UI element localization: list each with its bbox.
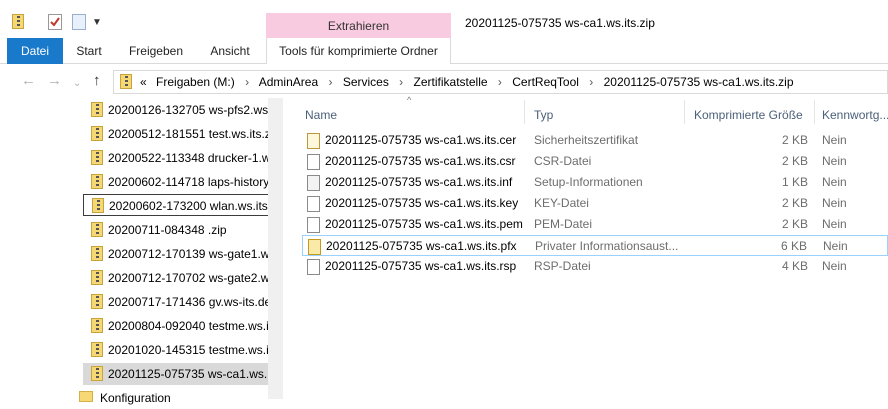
file-row[interactable]: 20201125-075735 ws-ca1.ws.its.inf Setup-… [302, 172, 888, 193]
tab-compressed-folder-tools[interactable]: Tools für komprimierte Ordner [266, 38, 451, 64]
navigation-pane: 20200126-132705 ws-pfs2.ws.it 20200512-1… [0, 98, 283, 405]
recent-locations-chevron-icon[interactable]: ⌄ [73, 75, 81, 93]
back-arrow-icon[interactable]: ← [21, 72, 36, 90]
nav-item[interactable]: 20200717-171436 gv.ws-its.de. [83, 291, 268, 313]
file-row[interactable]: 20201125-075735 ws-ca1.ws.its.rsp RSP-Da… [302, 256, 888, 277]
properties-checkmark-icon[interactable] [48, 14, 62, 30]
breadcrumb-item[interactable]: Freigaben (M:) [156, 75, 235, 89]
tab-view[interactable]: Ansicht [198, 38, 262, 64]
zip-folder-icon [91, 294, 103, 309]
nav-item[interactable]: 20200512-181551 test.ws.its.zip [83, 123, 268, 145]
column-header-type[interactable]: Typ [534, 104, 553, 126]
breadcrumb: « Freigaben (M:) › AdminArea › Services … [140, 71, 794, 93]
certificate-file-icon [307, 133, 320, 149]
file-list: ^ Name Typ Komprimierte Größe Kennwortg.… [291, 95, 888, 399]
zip-folder-icon [91, 174, 103, 189]
zip-folder-icon [91, 126, 103, 141]
context-tab-extract: Extrahieren [266, 13, 451, 38]
nav-item[interactable]: 20201020-145315 testme.ws.its [83, 339, 268, 361]
breadcrumb-item[interactable]: AdminArea [259, 75, 318, 89]
nav-item[interactable]: 20200804-092040 testme.ws.its [83, 315, 268, 337]
zip-folder-icon [91, 270, 103, 285]
folder-icon [79, 391, 93, 402]
nav-item-folder[interactable]: Konfiguration [75, 387, 260, 409]
nav-item-focused[interactable]: 20200602-173200 wlan.ws.its.zip [83, 194, 278, 216]
generic-file-icon [307, 259, 320, 275]
breadcrumb-item[interactable]: CertReqTool [512, 75, 579, 89]
tab-share[interactable]: Freigeben [116, 38, 196, 64]
breadcrumb-overflow[interactable]: « [140, 75, 147, 89]
zip-folder-icon [91, 222, 103, 237]
nav-item[interactable]: 20200602-114718 laps-history. [83, 171, 268, 193]
ribbon-tabs: Datei Start Freigeben Ansicht Tools für … [0, 38, 888, 64]
title-bar: ▼ Extrahieren 20201125-075735 ws-ca1.ws.… [0, 0, 888, 38]
column-divider[interactable] [684, 100, 685, 124]
nav-item-selected[interactable]: 20201125-075735 ws-ca1.ws.its [83, 363, 268, 385]
window-title: 20201125-075735 ws-ca1.ws.its.zip [465, 16, 655, 30]
column-header-password[interactable]: Kennwortg... [822, 104, 888, 126]
breadcrumb-separator-icon[interactable]: › [498, 75, 502, 89]
breadcrumb-separator-icon[interactable]: › [589, 75, 593, 89]
zip-folder-icon [91, 150, 103, 165]
pfx-file-icon [308, 239, 321, 255]
nav-item[interactable]: 20200522-113348 drucker-1.ws [83, 147, 268, 169]
up-arrow-icon[interactable]: ↑ [93, 72, 101, 90]
generic-file-icon [307, 217, 320, 233]
breadcrumb-item-current[interactable]: 20201125-075735 ws-ca1.ws.its.zip [604, 75, 794, 89]
zip-folder-icon[interactable] [12, 14, 26, 30]
generic-file-icon [307, 154, 320, 170]
file-row[interactable]: 20201125-075735 ws-ca1.ws.its.cer Sicher… [302, 130, 888, 151]
breadcrumb-separator-icon[interactable]: › [399, 75, 403, 89]
file-row[interactable]: 20201125-075735 ws-ca1.ws.its.csr CSR-Da… [302, 151, 888, 172]
file-row[interactable]: 20201125-075735 ws-ca1.ws.its.key KEY-Da… [302, 193, 888, 214]
zip-folder-icon [91, 318, 103, 333]
file-row-focused[interactable]: 20201125-075735 ws-ca1.ws.its.pfx Privat… [302, 235, 888, 256]
generic-file-icon [307, 196, 320, 212]
nav-item[interactable]: 20200126-132705 ws-pfs2.ws.it [83, 99, 268, 121]
nav-item[interactable]: 20200711-084348 .zip [83, 219, 268, 241]
column-header-compressed-size[interactable]: Komprimierte Größe [694, 104, 803, 126]
tab-file[interactable]: Datei [7, 38, 63, 64]
customize-quick-access-chevron-icon[interactable]: ▼ [92, 17, 102, 28]
breadcrumb-item[interactable]: Zertifikatstelle [414, 75, 488, 89]
zip-folder-icon [91, 342, 103, 357]
address-row: ← → ⌄ ↑ « Freigaben (M:) › AdminArea › S… [0, 64, 888, 98]
nav-item[interactable]: 20200712-170139 ws-gate1.ws. [83, 243, 268, 265]
address-bar[interactable]: « Freigaben (M:) › AdminArea › Services … [113, 70, 888, 94]
zip-folder-icon [91, 246, 103, 261]
nav-item[interactable]: 20200712-170702 ws-gate2.ws. [83, 267, 268, 289]
zip-folder-icon [91, 102, 103, 117]
column-divider[interactable] [524, 100, 525, 124]
zip-folder-icon [92, 198, 104, 213]
column-header-name[interactable]: Name [305, 104, 337, 126]
tab-start[interactable]: Start [64, 38, 114, 64]
zip-location-icon [120, 74, 132, 89]
setup-file-icon [307, 175, 320, 191]
navigation-scrollbar[interactable] [268, 98, 283, 399]
breadcrumb-separator-icon[interactable]: › [328, 75, 332, 89]
breadcrumb-separator-icon[interactable]: › [245, 75, 249, 89]
zip-folder-icon [91, 366, 103, 381]
new-folder-icon[interactable] [72, 14, 86, 30]
forward-arrow-icon[interactable]: → [47, 72, 62, 90]
file-row[interactable]: 20201125-075735 ws-ca1.ws.its.pem PEM-Da… [302, 214, 888, 235]
column-divider[interactable] [814, 100, 815, 124]
sort-ascending-icon: ^ [407, 95, 412, 105]
breadcrumb-item[interactable]: Services [343, 75, 389, 89]
